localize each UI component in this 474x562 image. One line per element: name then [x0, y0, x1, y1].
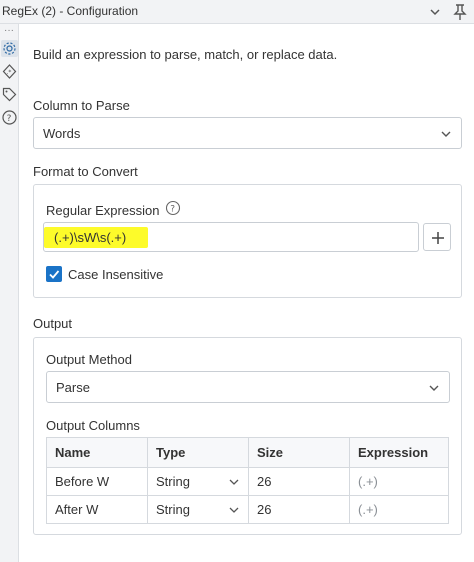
table-row: Before W String 26 (.+) — [46, 467, 449, 496]
output-method-label: Output Method — [46, 352, 132, 367]
tag-icon[interactable] — [1, 86, 18, 103]
chevron-down-icon — [229, 507, 239, 513]
regular-expression-input[interactable]: (.+)\sW\s(.+) — [43, 222, 419, 252]
table-header-row: Name Type Size Expression — [46, 437, 449, 468]
case-insensitive-label: Case Insensitive — [68, 267, 164, 282]
svg-text:.*: .* — [7, 69, 12, 76]
pin-icon[interactable] — [450, 2, 470, 22]
plus-icon — [432, 232, 444, 244]
output-method-select[interactable]: Parse — [46, 371, 450, 403]
cell-type-value: String — [156, 502, 190, 517]
cell-type-select[interactable]: String — [147, 495, 249, 524]
chevron-down-icon — [429, 385, 439, 391]
cell-name[interactable]: Before W — [46, 467, 148, 496]
column-header-type[interactable]: Type — [147, 437, 249, 468]
gear-icon[interactable] — [1, 40, 18, 57]
column-to-parse-select[interactable]: Words — [33, 117, 462, 149]
checkmark-icon — [49, 270, 60, 279]
regular-expression-value: (.+)\sW\s(.+) — [54, 230, 127, 245]
format-to-convert-label: Format to Convert — [33, 164, 138, 179]
cell-size[interactable]: 26 — [248, 495, 350, 524]
column-header-size[interactable]: Size — [248, 437, 350, 468]
chevron-down-icon — [229, 479, 239, 485]
chevron-down-icon — [441, 131, 451, 137]
cell-type-select[interactable]: String — [147, 467, 249, 496]
description-text: Build an expression to parse, match, or … — [33, 47, 338, 62]
help-icon[interactable]: ? — [1, 109, 18, 126]
column-header-expression[interactable]: Expression — [349, 437, 449, 468]
column-header-name[interactable]: Name — [46, 437, 148, 468]
column-to-parse-label: Column to Parse — [33, 98, 130, 113]
output-method-value: Parse — [56, 380, 90, 395]
table-row: After W String 26 (.+) — [46, 495, 449, 524]
cell-expression: (.+) — [349, 495, 449, 524]
cell-expression: (.+) — [349, 467, 449, 496]
svg-text:?: ? — [7, 114, 12, 124]
title-bar: RegEx (2) - Configuration — [0, 0, 474, 24]
drag-handle-icon[interactable]: ··· — [4, 26, 14, 36]
cell-type-value: String — [156, 474, 190, 489]
window-title: RegEx (2) - Configuration — [2, 4, 139, 18]
help-icon[interactable]: ? — [165, 200, 181, 216]
chevron-down-icon[interactable] — [426, 3, 444, 21]
svg-text:?: ? — [170, 205, 175, 215]
add-token-button[interactable] — [423, 223, 451, 251]
output-columns-label: Output Columns — [46, 418, 140, 433]
output-label: Output — [33, 316, 73, 331]
output-columns-table: Name Type Size Expression Before W Strin… — [46, 437, 449, 524]
column-to-parse-value: Words — [43, 126, 81, 141]
cell-name[interactable]: After W — [46, 495, 148, 524]
cell-size[interactable]: 26 — [248, 467, 350, 496]
side-rail: ··· .* ? — [0, 24, 19, 562]
regex-icon[interactable]: .* — [1, 63, 18, 80]
regular-expression-label: Regular Expression — [46, 203, 160, 218]
case-insensitive-checkbox[interactable] — [46, 266, 62, 282]
